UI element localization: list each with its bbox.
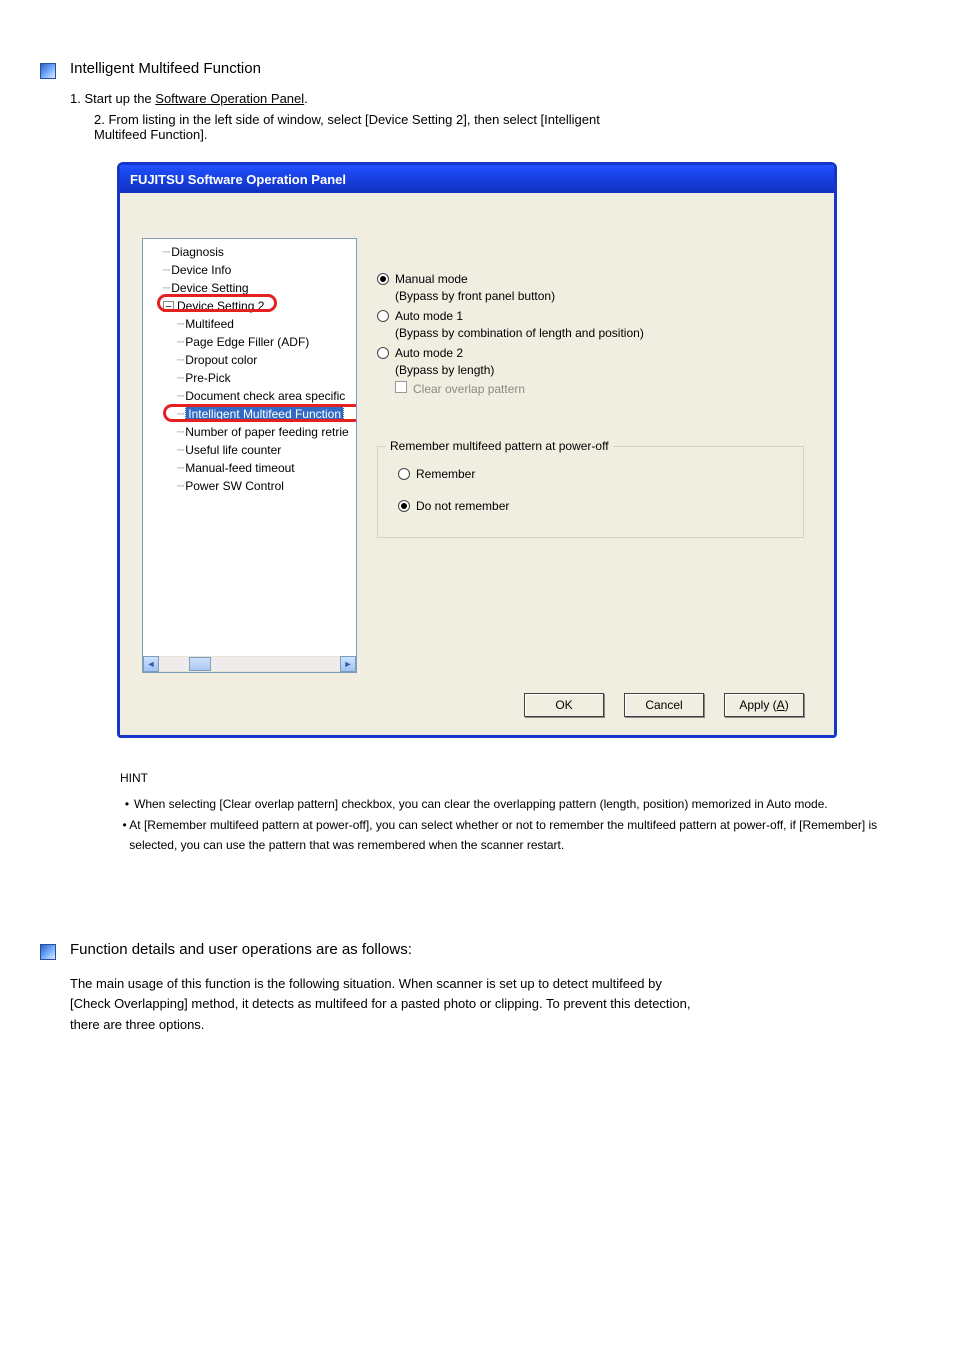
hint-lead: HINT	[120, 768, 914, 788]
section-heading-row-2: Function details and user operations are…	[40, 941, 914, 960]
radio-auto-mode-1[interactable]	[377, 310, 389, 322]
section-heading-row: Intelligent Multifeed Function	[40, 60, 914, 79]
dialog-title: FUJITSU Software Operation Panel	[130, 172, 346, 187]
sub-auto1: (Bypass by combination of length and pos…	[395, 326, 804, 340]
step-2: 2. From listing in the left side of wind…	[94, 112, 914, 142]
radio-manual-mode[interactable]	[377, 273, 389, 285]
tree-num-paper-feeding-retries[interactable]: Number of paper feeding retrie	[185, 425, 348, 439]
tree-diagnosis[interactable]: Diagnosis	[171, 245, 224, 259]
settings-tree[interactable]: ┄Diagnosis ┄Device Info ┄Device Setting …	[142, 238, 357, 673]
options-pane: Manual mode (Bypass by front panel butto…	[377, 238, 804, 673]
hint-item-1: When selecting [Clear overlap pattern] c…	[134, 794, 828, 814]
scroll-thumb[interactable]	[189, 657, 211, 671]
sop-dialog: FUJITSU Software Operation Panel ┄Diagno…	[117, 162, 837, 738]
tree-device-setting-2[interactable]: Device Setting 2	[177, 299, 264, 313]
hint-block: HINT •When selecting [Clear overlap patt…	[120, 768, 914, 856]
tree-dropout-color[interactable]: Dropout color	[185, 353, 257, 367]
sub-auto2: (Bypass by length)	[395, 363, 804, 377]
groupbox-legend: Remember multifeed pattern at power-off	[386, 439, 613, 453]
ok-button[interactable]: OK	[524, 693, 604, 717]
label-auto-mode-2: Auto mode 2	[395, 346, 463, 360]
scroll-right-icon[interactable]: ►	[340, 656, 356, 672]
sub-manual: (Bypass by front panel button)	[395, 289, 804, 303]
step-1: 1. Start up the Software Operation Panel…	[70, 91, 914, 106]
tree-intelligent-multifeed[interactable]: Intelligent Multifeed Function	[185, 406, 344, 422]
label-manual-mode: Manual mode	[395, 272, 468, 286]
tree-device-setting[interactable]: Device Setting	[171, 281, 248, 295]
tree-doc-check-area[interactable]: Document check area specific	[185, 389, 345, 403]
cancel-button[interactable]: Cancel	[624, 693, 704, 717]
tree-manual-feed-timeout[interactable]: Manual-feed timeout	[185, 461, 294, 475]
tree-hscrollbar[interactable]: ◄ ►	[143, 656, 356, 672]
sop-link[interactable]: Software Operation Panel	[155, 91, 304, 106]
radio-auto-mode-2[interactable]	[377, 347, 389, 359]
label-do-not-remember: Do not remember	[416, 499, 509, 513]
dialog-body: ┄Diagnosis ┄Device Info ┄Device Setting …	[120, 193, 834, 735]
step1-suffix: .	[304, 91, 308, 106]
section-heading-2: Function details and user operations are…	[70, 941, 412, 958]
square-bullet-icon	[40, 944, 56, 960]
step1-prefix: 1. Start up the	[70, 91, 155, 106]
apply-button[interactable]: Apply (A)	[724, 693, 804, 717]
checkbox-clear-overlap	[395, 381, 407, 393]
tree-page-edge-filler[interactable]: Page Edge Filler (ADF)	[185, 335, 309, 349]
tree-multifeed[interactable]: Multifeed	[185, 317, 234, 331]
tree-device-info[interactable]: Device Info	[171, 263, 231, 277]
tree-useful-life-counter[interactable]: Useful life counter	[185, 443, 281, 457]
dialog-titlebar: FUJITSU Software Operation Panel	[120, 165, 834, 193]
tree-pre-pick[interactable]: Pre-Pick	[185, 371, 230, 385]
radio-do-not-remember[interactable]	[398, 500, 410, 512]
square-bullet-icon	[40, 63, 56, 79]
label-remember: Remember	[416, 467, 475, 481]
bottom-paragraph: The main usage of this function is the f…	[70, 974, 914, 1036]
expand-icon[interactable]: –	[163, 301, 174, 312]
section-heading: Intelligent Multifeed Function	[70, 60, 261, 77]
hint-item-2: At [Remember multifeed pattern at power-…	[129, 815, 914, 856]
bullet-icon: •	[120, 815, 129, 856]
label-auto-mode-1: Auto mode 1	[395, 309, 463, 323]
bullet-icon: •	[120, 794, 134, 814]
remember-groupbox: Remember multifeed pattern at power-off …	[377, 446, 804, 538]
scroll-left-icon[interactable]: ◄	[143, 656, 159, 672]
radio-remember[interactable]	[398, 468, 410, 480]
dialog-button-row: OK Cancel Apply (A)	[142, 693, 804, 717]
tree-power-sw-control[interactable]: Power SW Control	[185, 479, 284, 493]
label-clear-overlap: Clear overlap pattern	[413, 382, 525, 396]
